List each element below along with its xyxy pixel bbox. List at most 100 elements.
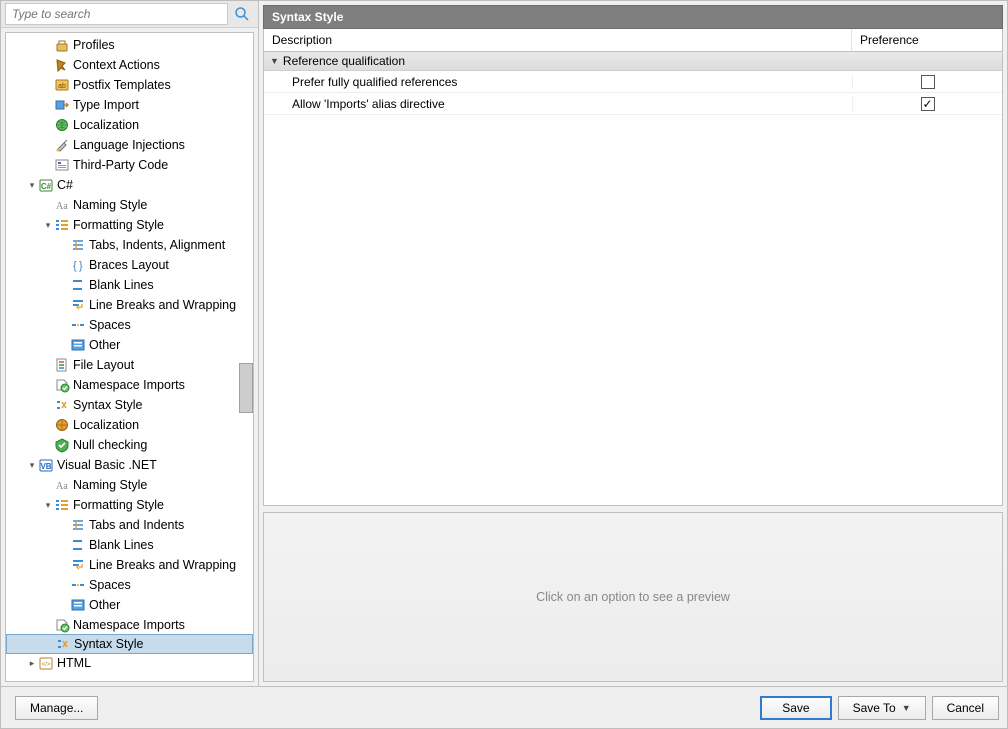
tree-item[interactable]: Localization <box>6 415 253 435</box>
tree-item[interactable]: AaNaming Style <box>6 475 253 495</box>
tree-item[interactable]: Type Import <box>6 95 253 115</box>
tree-item-label: Namespace Imports <box>73 378 185 392</box>
postfix-icon: ab <box>54 77 70 93</box>
syntax-icon <box>54 397 70 413</box>
tree-item[interactable]: Line Breaks and Wrapping <box>6 295 253 315</box>
tree-item[interactable]: Syntax Style <box>6 395 253 415</box>
tree-item[interactable]: {}Braces Layout <box>6 255 253 275</box>
svg-text:Aa: Aa <box>56 201 68 212</box>
tree-item[interactable]: Blank Lines <box>6 535 253 555</box>
svg-text:}: } <box>79 260 83 272</box>
group-row[interactable]: ▼ Reference qualification <box>264 52 1002 71</box>
footer: Manage... Save Save To▼ Cancel <box>1 686 1007 728</box>
linebreaks-icon <box>70 297 86 313</box>
tree-item[interactable]: Language Injections <box>6 135 253 155</box>
tree-item[interactable]: ▾Formatting Style <box>6 215 253 235</box>
tree-item[interactable]: Line Breaks and Wrapping <box>6 555 253 575</box>
tree-item[interactable]: Other <box>6 595 253 615</box>
tree-item[interactable]: Blank Lines <box>6 275 253 295</box>
namespace-icon <box>54 617 70 633</box>
tree-item-label: C# <box>57 178 73 192</box>
tree-item-label: File Layout <box>73 358 134 372</box>
options-dialog: Profiles Context Actions ab Postfix Templat… <box>0 0 1008 729</box>
other-icon <box>70 337 86 353</box>
tree-item-label: HTML <box>57 656 91 670</box>
tree-item[interactable]: AaNaming Style <box>6 195 253 215</box>
filelayout-icon <box>54 357 70 373</box>
tree-item-label: Other <box>89 338 120 352</box>
localization2-icon <box>54 417 70 433</box>
left-pane: Profiles Context Actions ab Postfix Templat… <box>1 1 259 686</box>
tree-item[interactable]: Namespace Imports <box>6 375 253 395</box>
checkbox[interactable] <box>921 75 935 89</box>
tree-item-label: Namespace Imports <box>73 618 185 632</box>
chevron-right-icon[interactable]: ▸ <box>26 657 38 669</box>
tree-item-label: Spaces <box>89 318 131 332</box>
formatting-icon <box>54 497 70 513</box>
save-button[interactable]: Save <box>760 696 831 720</box>
tree-item[interactable]: ab Postfix Templates <box>6 75 253 95</box>
tree-item-label: Context Actions <box>73 58 160 72</box>
tree-item-label: Tabs, Indents, Alignment <box>89 238 225 252</box>
search-input[interactable] <box>5 3 228 25</box>
context-actions-icon <box>54 57 70 73</box>
braces-icon: {} <box>70 257 86 273</box>
tree-item-label: Braces Layout <box>89 258 169 272</box>
tree-item-label: Profiles <box>73 38 115 52</box>
type-import-icon <box>54 97 70 113</box>
options-tree[interactable]: Profiles Context Actions ab Postfix Templat… <box>6 33 253 681</box>
namespace-icon <box>54 377 70 393</box>
grid-body: ▼ Reference qualification Prefer fully q… <box>263 52 1003 506</box>
tree-item[interactable]: Tabs, Indents, Alignment <box>6 235 253 255</box>
cancel-button[interactable]: Cancel <box>932 696 999 720</box>
naming-icon: Aa <box>54 477 70 493</box>
tree-item[interactable]: ▾Formatting Style <box>6 495 253 515</box>
tree-item-label: Postfix Templates <box>73 78 171 92</box>
tree-item[interactable]: Syntax Style <box>6 634 253 654</box>
chevron-down-icon[interactable]: ▾ <box>42 219 54 231</box>
save-to-button[interactable]: Save To▼ <box>838 696 926 720</box>
content-area: Profiles Context Actions ab Postfix Templat… <box>1 1 1007 686</box>
tree-item[interactable]: Tabs and Indents <box>6 515 253 535</box>
option-row[interactable]: Prefer fully qualified references <box>264 71 1002 93</box>
option-description: Prefer fully qualified references <box>264 73 852 91</box>
tree-item-label: Null checking <box>73 438 147 452</box>
search-icon[interactable] <box>230 3 254 25</box>
grid-header: Description Preference <box>263 29 1003 52</box>
column-description[interactable]: Description <box>264 29 852 51</box>
chevron-down-icon[interactable]: ▾ <box>26 459 38 471</box>
tree-item[interactable]: ▾VBVisual Basic .NET <box>6 455 253 475</box>
syntax-icon <box>55 636 71 652</box>
tree-item[interactable]: Other <box>6 335 253 355</box>
tree-item[interactable]: ▾C#C# <box>6 175 253 195</box>
chevron-down-icon[interactable]: ▾ <box>26 179 38 191</box>
tree-item-label: Naming Style <box>73 478 147 492</box>
tree-item[interactable]: File Layout <box>6 355 253 375</box>
panel-title: Syntax Style <box>263 5 1003 29</box>
column-preference[interactable]: Preference <box>852 29 1002 51</box>
tree-item[interactable]: ▸</>HTML <box>6 653 253 673</box>
tree-item[interactable]: Null checking <box>6 435 253 455</box>
tree-item-label: Other <box>89 598 120 612</box>
scrollbar-thumb[interactable] <box>239 363 253 413</box>
thirdparty-icon <box>54 157 70 173</box>
tree-item[interactable]: Spaces <box>6 575 253 595</box>
chevron-down-icon[interactable]: ▾ <box>42 499 54 511</box>
naming-icon: Aa <box>54 197 70 213</box>
formatting-icon <box>54 217 70 233</box>
tree-item[interactable]: Spaces <box>6 315 253 335</box>
tree-item[interactable]: Localization <box>6 115 253 135</box>
tree-item-label: Syntax Style <box>73 398 142 412</box>
option-row[interactable]: Allow 'Imports' alias directive <box>264 93 1002 115</box>
tree-item[interactable]: Namespace Imports <box>6 615 253 635</box>
tree-item[interactable]: Context Actions <box>6 55 253 75</box>
manage-button[interactable]: Manage... <box>15 696 98 720</box>
tree-item[interactable]: Profiles <box>6 35 253 55</box>
tree-wrapper: Profiles Context Actions ab Postfix Templat… <box>5 32 254 682</box>
svg-text:VB: VB <box>40 462 51 471</box>
svg-text:ab: ab <box>58 83 66 90</box>
checkbox[interactable] <box>921 97 935 111</box>
tree-item[interactable]: Third-Party Code <box>6 155 253 175</box>
preview-placeholder: Click on an option to see a preview <box>536 590 730 604</box>
option-preference <box>852 75 1002 89</box>
